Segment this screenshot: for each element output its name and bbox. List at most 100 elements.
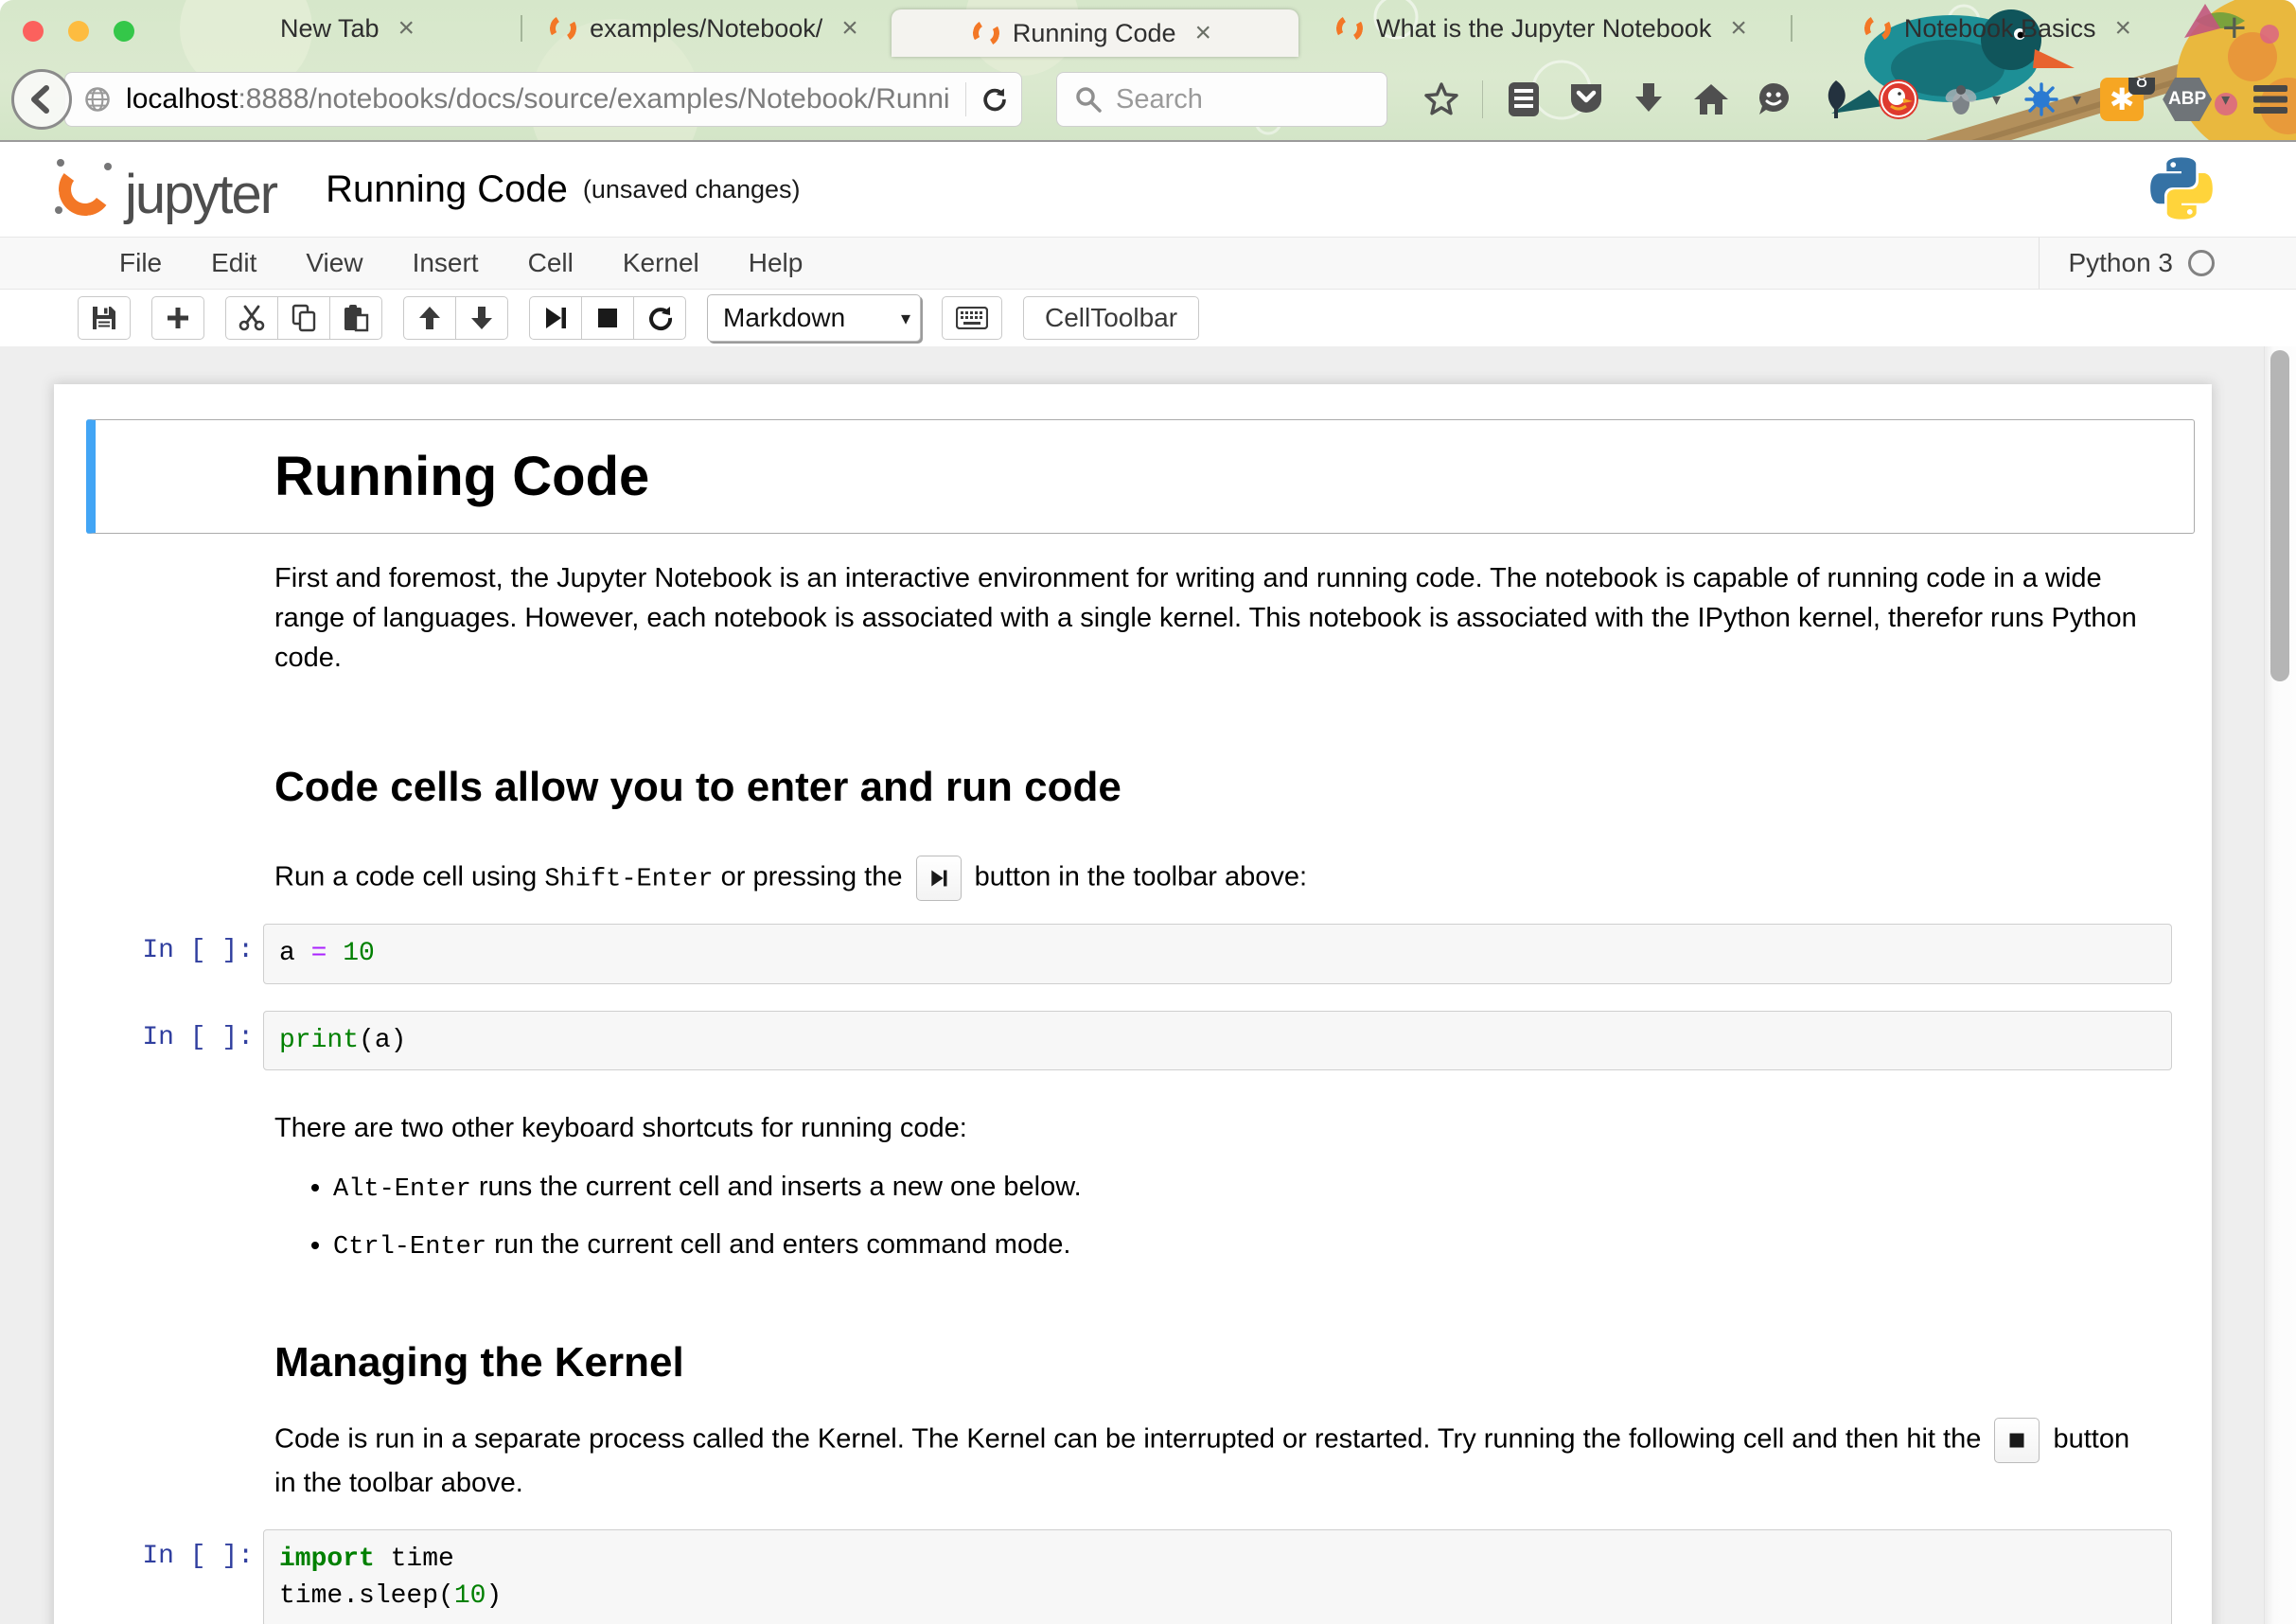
pocket-icon[interactable] (1564, 78, 1608, 121)
code-token-number: 10 (343, 939, 375, 968)
home-icon[interactable] (1689, 78, 1733, 121)
zoom-window-button[interactable] (114, 21, 134, 42)
menu-insert[interactable]: Insert (388, 238, 503, 289)
input-prompt: In [ ]: (54, 1529, 263, 1624)
cell-type-select[interactable]: Markdown ▾ (707, 294, 921, 342)
move-cell-down-button[interactable] (455, 296, 508, 340)
kernel-indicator: Python 3 (2039, 238, 2215, 289)
blue-bug-addon-icon[interactable] (2020, 78, 2063, 121)
code-input-area[interactable]: import time time.sleep(10) (263, 1529, 2172, 1624)
code-input-area[interactable]: print(a) (263, 1011, 2172, 1071)
tab-close-icon[interactable]: × (1190, 17, 1218, 49)
plus-icon (166, 306, 190, 330)
downloads-icon[interactable] (1627, 78, 1670, 121)
code-input-area[interactable]: a = 10 (263, 924, 2172, 984)
back-button[interactable] (11, 69, 72, 130)
close-window-button[interactable] (23, 21, 44, 42)
new-tab-button[interactable]: + (2209, 5, 2260, 52)
step-forward-icon (929, 869, 948, 888)
h2-code-cells: Code cells allow you to enter and run co… (274, 757, 2155, 818)
insert-cell-below-button[interactable] (151, 296, 204, 340)
back-arrow-icon (27, 85, 56, 114)
menu-file[interactable]: File (95, 238, 186, 289)
bullet-text: runs the current cell and inserts a new … (471, 1172, 1082, 1202)
notebook-site: Running Code First and foremost, the Jup… (0, 346, 2296, 1624)
restart-kernel-button[interactable] (633, 296, 686, 340)
search-icon (1074, 85, 1103, 114)
tab-examples-notebook[interactable]: examples/Notebook/ × (522, 0, 892, 57)
adblock-plus-icon[interactable]: ABP (2163, 78, 2212, 121)
dropdown-caret-icon[interactable]: ▾ (2221, 90, 2230, 110)
notebook-menu-bar: File Edit View Insert Cell Kernel Help P… (0, 237, 2296, 290)
search-bar[interactable]: Search (1056, 72, 1387, 127)
duckduckgo-icon[interactable] (1877, 78, 1920, 121)
tab-running-code-active[interactable]: Running Code × (892, 9, 1298, 57)
list-item: Alt-Enter runs the current cell and inse… (333, 1167, 2155, 1209)
autosave-status: (unsaved changes) (583, 175, 801, 204)
cut-cell-button[interactable] (225, 296, 278, 340)
url-bar[interactable]: localhost:8888/notebooks/docs/source/exa… (64, 72, 1022, 127)
url-divider (965, 82, 966, 116)
quill-pen-icon[interactable] (1814, 78, 1858, 121)
cell-type-value: Markdown (723, 303, 845, 333)
tab-close-icon[interactable]: × (836, 12, 864, 44)
shift-enter-kbd: Shift-Enter (544, 866, 713, 894)
code-cell-a[interactable]: In [ ]: a = 10 (54, 924, 2212, 984)
command-palette-button[interactable] (942, 296, 1002, 340)
tab-label: New Tab (280, 14, 380, 44)
selected-markdown-cell[interactable]: Running Code (86, 419, 2195, 534)
menu-cell[interactable]: Cell (503, 238, 598, 289)
menu-help[interactable]: Help (724, 238, 828, 289)
url-host: localhost (126, 83, 238, 115)
hamburger-menu-icon[interactable] (2249, 78, 2292, 121)
alt-enter-kbd: Alt-Enter (333, 1175, 471, 1204)
tab-close-icon[interactable]: × (2110, 12, 2138, 44)
navigation-bar: localhost:8888/notebooks/docs/source/exa… (0, 57, 2296, 142)
session-manager-addon-icon[interactable]: ✱ 8 (2100, 78, 2144, 121)
copy-cell-button[interactable] (277, 296, 330, 340)
move-cell-up-button[interactable] (403, 296, 456, 340)
tab-notebook-basics[interactable]: Notebook Basics × (1793, 0, 2209, 57)
scrollbar-thumb[interactable] (2270, 350, 2289, 681)
greasemonkey-fly-icon[interactable] (1939, 78, 1983, 121)
dropdown-caret-icon[interactable]: ▾ (2073, 90, 2081, 110)
cell-toolbar-button[interactable]: CellToolbar (1023, 296, 1199, 340)
paste-cell-button[interactable] (329, 296, 382, 340)
shortcuts-intro: There are two other keyboard shortcuts f… (274, 1108, 2155, 1148)
scissors-icon (238, 304, 266, 332)
notebook-container: Running Code First and foremost, the Jup… (54, 384, 2212, 1624)
inline-step-forward-button (916, 856, 962, 901)
dropdown-caret-icon[interactable]: ▾ (1992, 90, 2001, 110)
h2-managing-kernel: Managing the Kernel (274, 1333, 2155, 1393)
bookmarks-sidebar-icon[interactable] (1502, 78, 1545, 121)
tab-new-tab[interactable]: New Tab × (180, 0, 521, 57)
jupyter-logo[interactable]: jupyter (55, 159, 276, 220)
code-cell-print[interactable]: In [ ]: print(a) (54, 1011, 2212, 1071)
step-forward-icon (543, 306, 568, 330)
menu-view[interactable]: View (281, 238, 387, 289)
run-line-post: button in the toolbar above: (967, 862, 1308, 892)
notebook-title[interactable]: Running Code (326, 168, 568, 211)
minimize-window-button[interactable] (68, 21, 89, 42)
menu-kernel[interactable]: Kernel (598, 238, 724, 289)
kernel-name: Python 3 (2068, 248, 2173, 278)
tab-close-icon[interactable]: × (1724, 12, 1753, 44)
scrollbar-track[interactable] (2264, 346, 2296, 1624)
tab-label: What is the Jupyter Notebook (1376, 14, 1711, 44)
code-token: ) (486, 1581, 502, 1611)
feedback-smiley-icon[interactable] (1752, 78, 1795, 121)
tab-close-icon[interactable]: × (393, 12, 421, 44)
interrupt-kernel-button[interactable] (581, 296, 634, 340)
run-cell-button[interactable] (529, 296, 582, 340)
menu-edit[interactable]: Edit (186, 238, 281, 289)
floppy-disk-icon (91, 305, 117, 331)
save-button[interactable] (78, 296, 131, 340)
search-placeholder: Search (1116, 84, 1203, 115)
code-token: a (279, 939, 311, 968)
notebook-h1: Running Code (274, 445, 2175, 508)
reload-icon[interactable] (981, 83, 1008, 115)
tab-label: examples/Notebook/ (590, 14, 822, 44)
code-cell-time[interactable]: In [ ]: import time time.sleep(10) (54, 1529, 2212, 1624)
bookmark-star-icon[interactable] (1420, 78, 1463, 121)
tab-what-is-jupyter[interactable]: What is the Jupyter Notebook × (1298, 0, 1791, 57)
